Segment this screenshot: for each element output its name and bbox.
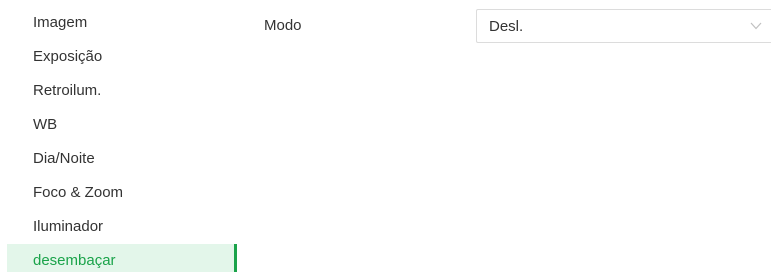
settings-panel: Imagem Exposição Retroilum. WB Dia/Noite…	[0, 0, 771, 272]
sidebar-item-exposicao[interactable]: Exposição	[7, 40, 237, 74]
sidebar-item-iluminador[interactable]: Iluminador	[7, 210, 237, 244]
mode-select[interactable]: Desl.	[476, 9, 771, 43]
sidebar-item-foco-zoom[interactable]: Foco & Zoom	[7, 176, 237, 210]
chevron-down-icon	[750, 22, 762, 30]
sidebar-menu: Imagem Exposição Retroilum. WB Dia/Noite…	[7, 6, 237, 272]
sidebar-item-imagem[interactable]: Imagem	[7, 6, 237, 40]
sidebar-item-desembacar[interactable]: desembaçar	[7, 244, 237, 272]
mode-label: Modo	[264, 17, 302, 34]
sidebar-item-retroilum[interactable]: Retroilum.	[7, 74, 237, 108]
sidebar-item-dia-noite[interactable]: Dia/Noite	[7, 142, 237, 176]
sidebar-item-wb[interactable]: WB	[7, 108, 237, 142]
mode-select-value: Desl.	[489, 18, 524, 35]
